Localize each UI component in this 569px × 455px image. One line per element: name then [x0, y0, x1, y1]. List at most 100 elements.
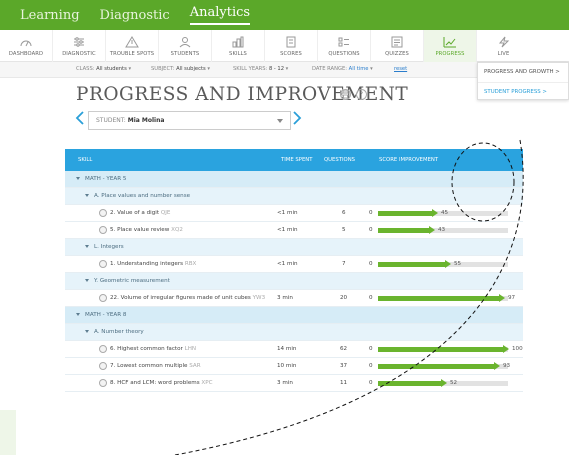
skill-code: QJE — [160, 210, 171, 216]
nav-learning[interactable]: Learning — [20, 8, 80, 23]
tab-progress[interactable]: PROGRESS — [424, 30, 477, 62]
score-bar-fill — [378, 211, 432, 216]
progress-icon — [443, 36, 456, 47]
tab-scores[interactable]: SCORES — [265, 30, 318, 62]
print-icon[interactable] — [340, 89, 351, 100]
reset-link[interactable]: reset — [394, 66, 407, 72]
start-score: 0 — [369, 380, 373, 386]
score-bar-track: 97 — [378, 294, 515, 302]
tab-quizzes[interactable]: QUIZZES — [371, 30, 424, 62]
next-student-arrow-icon[interactable] — [292, 111, 302, 125]
subject-row[interactable]: MATH - YEAR 8 — [65, 307, 523, 324]
tab-quizzes-label: QUIZZES — [385, 50, 409, 57]
skill-name[interactable]: 22. Volume of irregular figures made of … — [110, 295, 265, 301]
header-questions[interactable]: QUESTIONS — [324, 157, 355, 163]
header-score-improvement[interactable]: SCORE IMPROVEMENT — [379, 157, 438, 163]
skill-row[interactable]: 2. Value of a digit QJE <1 min 6 0 45 — [65, 205, 523, 222]
tab-skills[interactable]: SKILLS — [212, 30, 265, 62]
collapse-triangle-icon[interactable] — [85, 194, 89, 197]
skill-years-filter-value: 8 - 12 — [268, 66, 285, 72]
question-count: 37 — [340, 363, 348, 369]
subject-row[interactable]: MATH - YEAR 5 — [65, 171, 523, 188]
domain-row[interactable]: Y. Geometric measurement — [65, 273, 523, 290]
subject-label: MATH - YEAR 8 — [85, 312, 127, 318]
diagnostic-icon — [74, 36, 84, 47]
time-spent: 3 min — [277, 295, 293, 301]
tab-live[interactable]: LIVE — [477, 30, 530, 62]
menu-item-progress-and-growth[interactable]: PROGRESS AND GROWTH > — [478, 63, 568, 82]
skill-row[interactable]: 8. HCF and LCM: word problems XPC 3 min 11… — [65, 375, 523, 392]
left-side-band — [0, 410, 16, 455]
tab-dashboard[interactable]: DASHBOARD — [0, 30, 53, 62]
skill-row[interactable]: 22. Volume of irregular figures made of … — [65, 290, 523, 307]
score-bar-track: 93 — [378, 362, 511, 370]
tab-trouble-spots[interactable]: TROUBLE SPOTS — [106, 30, 159, 62]
skill-title: 5. Place value review — [110, 227, 170, 233]
skill-row[interactable]: 5. Place value review XQ2 <1 min 5 0 43 — [65, 222, 523, 239]
skill-title: 22. Volume of irregular figures made of … — [110, 295, 251, 301]
trouble-spots-icon — [125, 35, 139, 47]
student-select[interactable]: STUDENT: Mia Molina — [88, 111, 291, 130]
class-filter[interactable]: CLASS: All students ▾ — [76, 66, 131, 72]
tab-dashboard-label: DASHBOARD — [8, 50, 44, 57]
menu-item-student-progress[interactable]: STUDENT PROGRESS > — [478, 82, 568, 101]
start-score: 0 — [369, 227, 373, 233]
collapse-triangle-icon[interactable] — [85, 245, 89, 248]
start-score: 0 — [369, 210, 373, 216]
date-range-filter-label: DATE RANGE: — [312, 66, 348, 72]
skill-status-icon — [99, 226, 107, 234]
question-count: 6 — [342, 210, 346, 216]
time-spent: 10 min — [277, 363, 297, 369]
domain-row[interactable]: L. Integers — [65, 239, 523, 256]
score-bar-fill — [378, 381, 441, 386]
skill-row[interactable]: 1. Understanding integers RBX <1 min 7 0 55 — [65, 256, 523, 273]
score-arrow-icon — [445, 260, 451, 268]
subject-label: MATH - YEAR 5 — [85, 176, 127, 182]
tab-questions[interactable]: QUESTIONS — [318, 30, 371, 62]
skill-row[interactable]: 7. Lowest common multiple SAR 10 min 37 0 93 — [65, 358, 523, 375]
question-count: 5 — [342, 227, 346, 233]
start-score: 0 — [369, 261, 373, 267]
skill-name[interactable]: 5. Place value review XQ2 — [110, 227, 183, 233]
score-bar-fill — [378, 262, 445, 267]
skill-status-icon — [99, 260, 107, 268]
tab-skills-label: SKILLS — [229, 50, 247, 57]
skill-code: XQ2 — [171, 227, 183, 233]
domain-row[interactable]: A. Place values and number sense — [65, 188, 523, 205]
top-navigation: Learning Diagnostic Analytics — [0, 0, 569, 30]
skill-name[interactable]: 2. Value of a digit QJE — [110, 210, 170, 216]
previous-student-arrow-icon[interactable] — [75, 111, 85, 125]
collapse-triangle-icon[interactable] — [85, 330, 89, 333]
help-icon[interactable]: ? — [356, 89, 367, 100]
nav-analytics[interactable]: Analytics — [189, 5, 251, 25]
skill-status-icon — [99, 209, 107, 217]
skill-years-filter[interactable]: SKILL YEARS: 8 - 12 ▾ — [233, 66, 288, 72]
tab-diagnostic[interactable]: DIAGNOSTIC — [53, 30, 106, 62]
skill-name[interactable]: 1. Understanding integers RBX — [110, 261, 196, 267]
skill-row[interactable]: 6. Highest common factor LHN 14 min 62 0 100 — [65, 341, 523, 358]
collapse-triangle-icon[interactable] — [85, 279, 89, 282]
start-score: 0 — [369, 346, 373, 352]
collapse-triangle-icon[interactable] — [76, 313, 80, 316]
skill-name[interactable]: 6. Highest common factor LHN — [110, 346, 196, 352]
score-value: 93 — [503, 363, 511, 369]
tab-students[interactable]: STUDENTS — [159, 30, 212, 62]
chevron-down-icon — [277, 119, 283, 123]
domain-row[interactable]: A. Number theory — [65, 324, 523, 341]
collapse-triangle-icon[interactable] — [76, 177, 80, 180]
score-arrow-icon — [432, 209, 438, 217]
progress-dropdown-menu: PROGRESS AND GROWTH > STUDENT PROGRESS > — [477, 62, 569, 100]
subject-filter[interactable]: SUBJECT: All subjects ▾ — [151, 66, 210, 72]
date-range-filter[interactable]: DATE RANGE: All time ▾ — [312, 66, 373, 72]
time-spent: 14 min — [277, 346, 297, 352]
score-value: 100 — [512, 346, 523, 352]
tab-live-label: LIVE — [497, 50, 510, 57]
nav-diagnostic[interactable]: Diagnostic — [100, 8, 170, 23]
header-skill[interactable]: SKILL — [78, 157, 92, 163]
header-time-spent[interactable]: TIME SPENT — [281, 157, 313, 163]
subject-filter-label: SUBJECT: — [151, 66, 175, 72]
skill-name[interactable]: 8. HCF and LCM: word problems XPC — [110, 380, 213, 386]
domain-label: A. Number theory — [94, 329, 144, 335]
skill-name[interactable]: 7. Lowest common multiple SAR — [110, 363, 201, 369]
tab-trouble-spots-label: TROUBLE SPOTS — [109, 50, 155, 57]
